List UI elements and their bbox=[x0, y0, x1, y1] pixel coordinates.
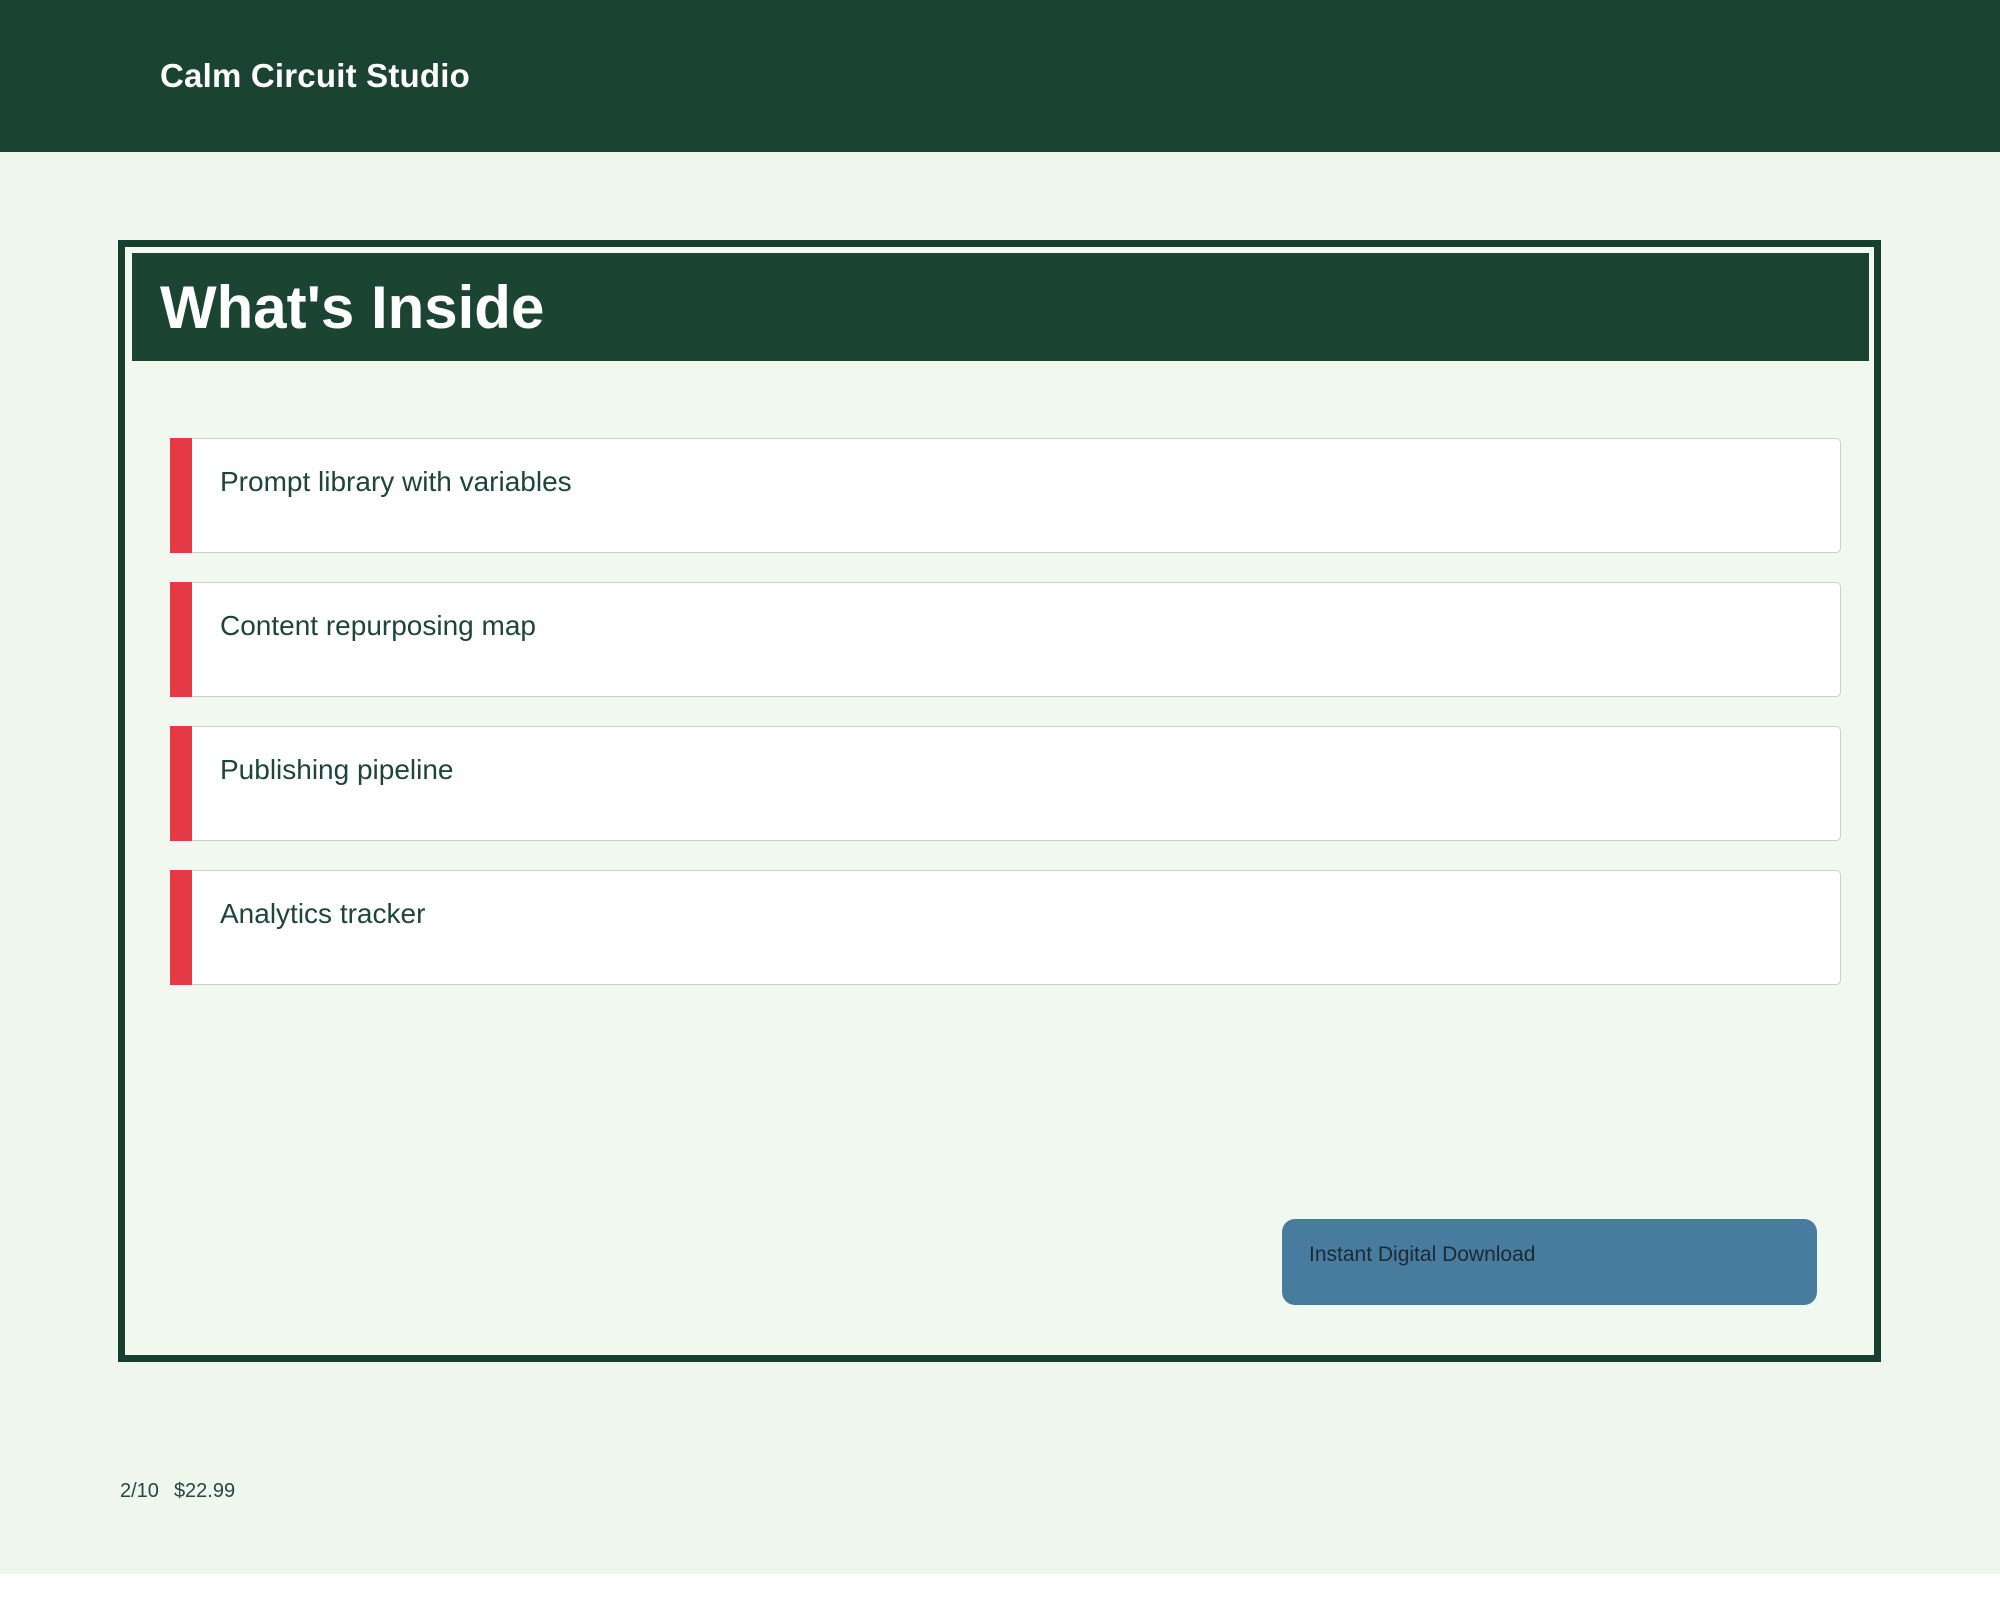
list-item-label: Content repurposing map bbox=[220, 610, 536, 641]
product-card: What's Inside Prompt library with variab… bbox=[118, 240, 1881, 1362]
list-item: Content repurposing map bbox=[170, 582, 1841, 697]
badge-label: Instant Digital Download bbox=[1309, 1243, 1536, 1266]
red-accent-bar bbox=[170, 582, 192, 697]
list-item-label: Analytics tracker bbox=[220, 898, 426, 929]
brand-title: Calm Circuit Studio bbox=[160, 57, 470, 94]
list-item-box: Content repurposing map bbox=[192, 582, 1841, 697]
feature-list: Prompt library with variables Content re… bbox=[125, 438, 1874, 985]
list-item-box: Publishing pipeline bbox=[192, 726, 1841, 841]
list-item-box: Prompt library with variables bbox=[192, 438, 1841, 553]
instant-download-badge[interactable]: Instant Digital Download bbox=[1282, 1219, 1817, 1305]
list-item: Publishing pipeline bbox=[170, 726, 1841, 841]
list-item-box: Analytics tracker bbox=[192, 870, 1841, 985]
card-title: What's Inside bbox=[160, 273, 545, 341]
bottom-strip bbox=[0, 1574, 2000, 1600]
list-item: Prompt library with variables bbox=[170, 438, 1841, 553]
red-accent-bar bbox=[170, 726, 192, 841]
app-header: Calm Circuit Studio bbox=[0, 0, 2000, 152]
red-accent-bar bbox=[170, 438, 192, 553]
red-accent-bar bbox=[170, 870, 192, 985]
page-footer: 2/10 $22.99 bbox=[120, 1480, 235, 1503]
list-item-label: Prompt library with variables bbox=[220, 466, 572, 497]
list-item: Analytics tracker bbox=[170, 870, 1841, 985]
page-indicator: 2/10 bbox=[120, 1480, 159, 1502]
card-header: What's Inside bbox=[132, 253, 1869, 361]
list-item-label: Publishing pipeline bbox=[220, 754, 454, 785]
price: $22.99 bbox=[173, 1480, 236, 1502]
